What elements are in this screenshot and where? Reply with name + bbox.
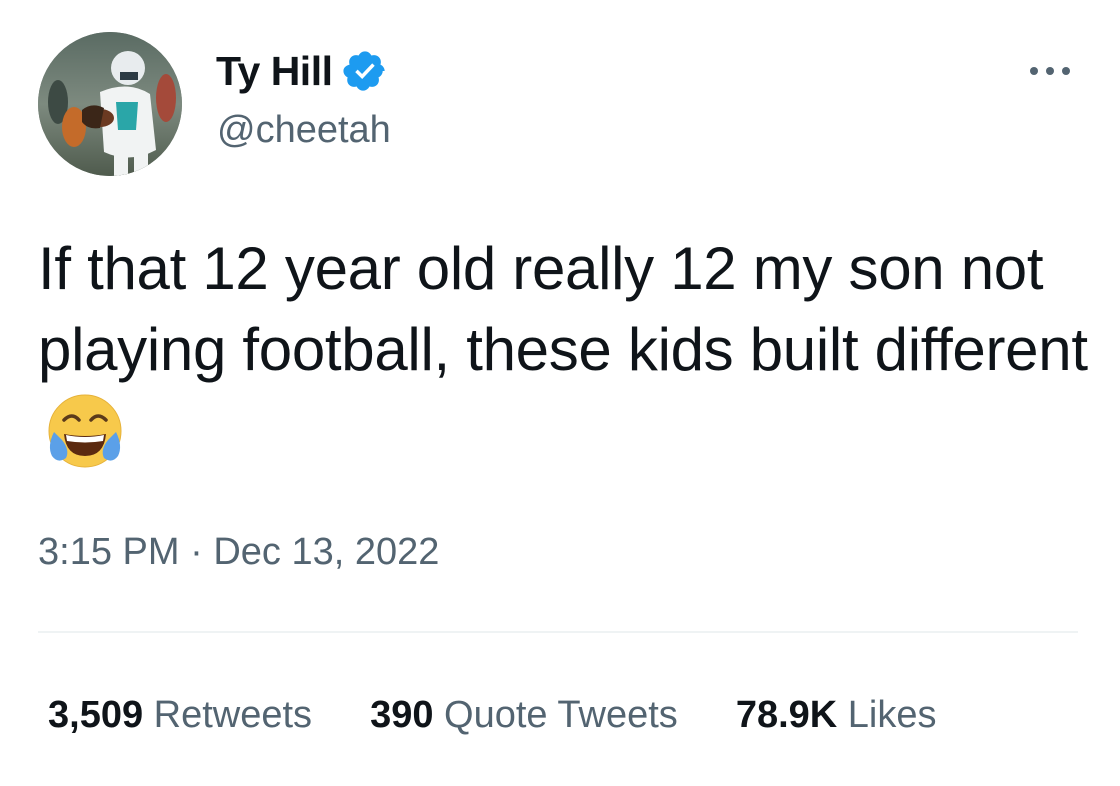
- tweet-text: If that 12 year old really 12 my son not…: [38, 228, 1088, 474]
- engagement-stats: 3,509 Retweets 390 Quote Tweets 78.9K Li…: [48, 690, 937, 740]
- quote-tweets-stat[interactable]: 390 Quote Tweets: [370, 690, 678, 740]
- tweet-body: If that 12 year old really 12 my son not…: [38, 235, 1088, 383]
- retweets-stat[interactable]: 3,509 Retweets: [48, 690, 312, 740]
- football-player-photo: [38, 32, 182, 176]
- more-horizontal-icon[interactable]: [1026, 56, 1076, 86]
- tweet-card: Ty Hill @cheetah If that 12 year old rea…: [0, 0, 1120, 786]
- likes-stat[interactable]: 78.9K Likes: [736, 690, 937, 740]
- avatar[interactable]: [38, 32, 182, 176]
- display-name[interactable]: Ty Hill: [216, 46, 333, 96]
- likes-label: Likes: [847, 694, 937, 736]
- tears-of-joy-emoji-icon: [44, 390, 126, 472]
- likes-count: 78.9K: [735, 694, 838, 736]
- meta-separator: ·: [190, 531, 203, 573]
- author-name-row[interactable]: Ty Hill: [216, 46, 388, 96]
- divider: [38, 631, 1078, 633]
- tweet-time: 3:15 PM: [38, 531, 180, 573]
- retweets-count: 3,509: [48, 694, 144, 736]
- quote-tweets-label: Quote Tweets: [444, 694, 678, 736]
- tweet-timestamp[interactable]: 3:15 PM · Dec 13, 2022: [38, 526, 439, 578]
- tweet-date: Dec 13, 2022: [213, 531, 440, 573]
- handle[interactable]: @cheetah: [217, 106, 391, 154]
- retweets-label: Retweets: [153, 694, 313, 736]
- quote-tweets-count: 390: [370, 694, 434, 736]
- verified-badge-icon: [342, 48, 388, 94]
